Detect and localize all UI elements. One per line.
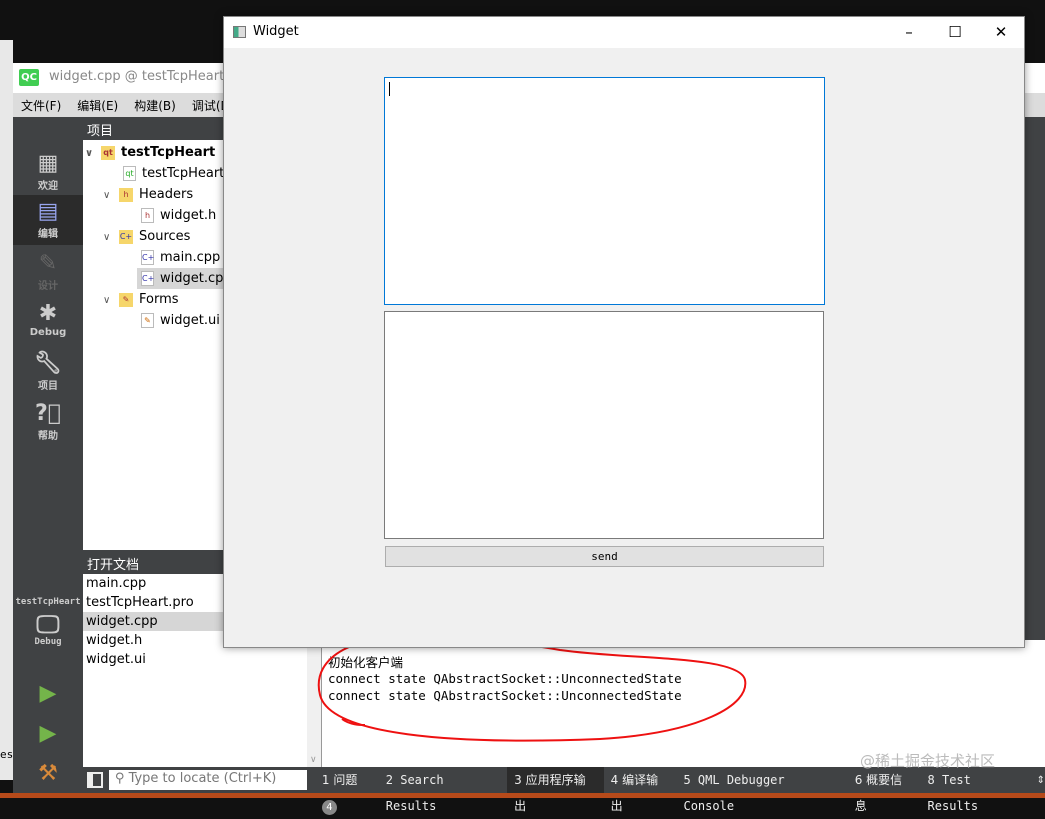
mode-selector: ▦ 欢迎 ▤ 编辑 ✎ 设计 ✱ Debug 🔧︎ 项目 ?⃝ 帮助 testTcpHear… [13, 117, 83, 797]
tree-item-headers[interactable]: ∨ h Headers [103, 184, 193, 205]
pencil-icon: ✎ [38, 251, 58, 276]
edit-icon: ▤ [37, 199, 59, 224]
tab-label: 1 问题 [321, 773, 358, 787]
header-file-icon: h [141, 208, 154, 223]
desktop-background [0, 793, 1045, 798]
tree-item-main-cpp[interactable]: C+ main.cpp [141, 247, 220, 268]
tab-search-results[interactable]: 2 Search Results [379, 767, 507, 813]
locator-placeholder: Type to locate (Ctrl+K) [128, 771, 277, 786]
tree-item-project[interactable]: ∨ qt testTcpHeart [85, 142, 215, 163]
send-button[interactable]: send [385, 546, 824, 567]
widget-titlebar: Widget – ☐ ✕ [224, 17, 1024, 48]
mode-label: 项目 [38, 381, 58, 392]
tree-item-widget-ui[interactable]: ✎ widget.ui [141, 310, 220, 331]
window-title: Widget [253, 24, 299, 39]
bug-icon: ✱ [38, 301, 58, 326]
wrench-icon: 🔧︎ [34, 351, 62, 376]
run-icon: ▶ [39, 681, 57, 706]
grid-icon: ▦ [37, 151, 59, 176]
mode-projects[interactable]: 🔧︎ 项目 [13, 347, 83, 397]
mode-debug[interactable]: ✱ Debug [13, 297, 83, 347]
locator-input[interactable]: ⚲ Type to locate (Ctrl+K) [108, 770, 307, 790]
search-icon: ⚲ [114, 771, 129, 786]
menu-edit[interactable]: 编辑(E) [69, 93, 126, 117]
tree-label: Forms [139, 292, 179, 307]
maximize-button[interactable]: ☐ [932, 17, 978, 48]
tree-item-widget-h[interactable]: h widget.h [141, 205, 216, 226]
tab-application-output[interactable]: 3 应用程序输出 [507, 767, 604, 813]
hammer-icon: ⚒ [38, 761, 58, 786]
panel-title: 项目 [87, 124, 114, 139]
mode-label: Debug [29, 327, 67, 338]
minimize-button[interactable]: – [886, 17, 932, 48]
issues-count-badge: 4 [321, 800, 337, 815]
tree-label: testTcpHeart [121, 145, 216, 160]
widget-window: Widget – ☐ ✕ send [223, 16, 1025, 648]
folder-icon: C+ [119, 229, 133, 244]
project-icon: qt [101, 145, 115, 160]
background-window-left: es [0, 40, 13, 780]
mode-welcome[interactable]: ▦ 欢迎 [13, 147, 83, 197]
toggle-sidebar-icon[interactable] [87, 772, 103, 788]
tab-compile-output[interactable]: 4 编译输出 [604, 767, 677, 813]
mode-help[interactable]: ?⃝ 帮助 [13, 397, 83, 447]
monitor-icon: 🖵︎ [36, 610, 60, 638]
tab-issues[interactable]: 1 问题 4 [315, 767, 379, 815]
folder-icon: h [119, 187, 133, 202]
edge-text: es [0, 748, 14, 761]
kit-project: testTcpHeart [15, 597, 81, 607]
mode-edit[interactable]: ▤ 编辑 [13, 195, 83, 245]
project-tree: ∨ qt testTcpHeart qt testTcpHeart.pro ∨ h Hea… [83, 140, 243, 550]
tree-label: main.cpp [160, 250, 221, 265]
app-icon [233, 26, 246, 38]
pro-file-icon: qt [123, 166, 136, 181]
text-caret [389, 82, 390, 96]
updown-icon[interactable]: ⇕ [1037, 775, 1045, 786]
received-text-area[interactable] [384, 311, 824, 539]
tree-label: widget.cpp [160, 271, 232, 286]
build-button[interactable]: ⚒ [13, 757, 83, 807]
ui-file-icon: ✎ [141, 313, 154, 328]
mode-label: 编辑 [38, 229, 58, 240]
folder-icon: ✎ [119, 292, 133, 307]
mode-label: 帮助 [38, 431, 58, 442]
watermark: @稀土掘金技术社区 [860, 752, 996, 770]
chevron-down-icon: ∨ [310, 755, 317, 765]
tab-qml-debugger-console[interactable]: 5 QML Debugger Console [676, 767, 847, 813]
message-input[interactable] [384, 77, 825, 305]
mode-label: 设计 [38, 281, 58, 292]
panel-title: 打开文档 [87, 558, 140, 573]
tree-label: Sources [139, 229, 191, 244]
kit-selector[interactable]: testTcpHeart 🖵︎ Debug [13, 593, 83, 663]
mode-label: 欢迎 [38, 181, 58, 192]
cpp-file-icon: C+ [141, 250, 154, 265]
close-button[interactable]: ✕ [978, 17, 1024, 48]
list-item[interactable]: widget.ui [83, 650, 307, 669]
qt-creator-logo-icon: QC [19, 69, 39, 86]
tree-item-sources[interactable]: ∨ C+ Sources [103, 226, 190, 247]
kit-config: Debug [34, 637, 62, 647]
menu-build[interactable]: 构建(B) [126, 93, 184, 117]
debug-run-icon: ▶ [39, 721, 57, 746]
open-documents-header: 打开文档 [83, 550, 243, 574]
tree-label: widget.ui [160, 313, 220, 328]
project-panel-header: 项目 [83, 117, 243, 140]
tree-label: widget.h [160, 208, 217, 223]
menu-file[interactable]: 文件(F) [13, 93, 69, 117]
tree-item-forms[interactable]: ∨ ✎ Forms [103, 289, 179, 310]
cpp-file-icon: C+ [141, 271, 154, 286]
tree-label: Headers [139, 187, 194, 202]
mode-design[interactable]: ✎ 设计 [13, 247, 83, 297]
help-icon: ?⃝ [35, 401, 61, 426]
